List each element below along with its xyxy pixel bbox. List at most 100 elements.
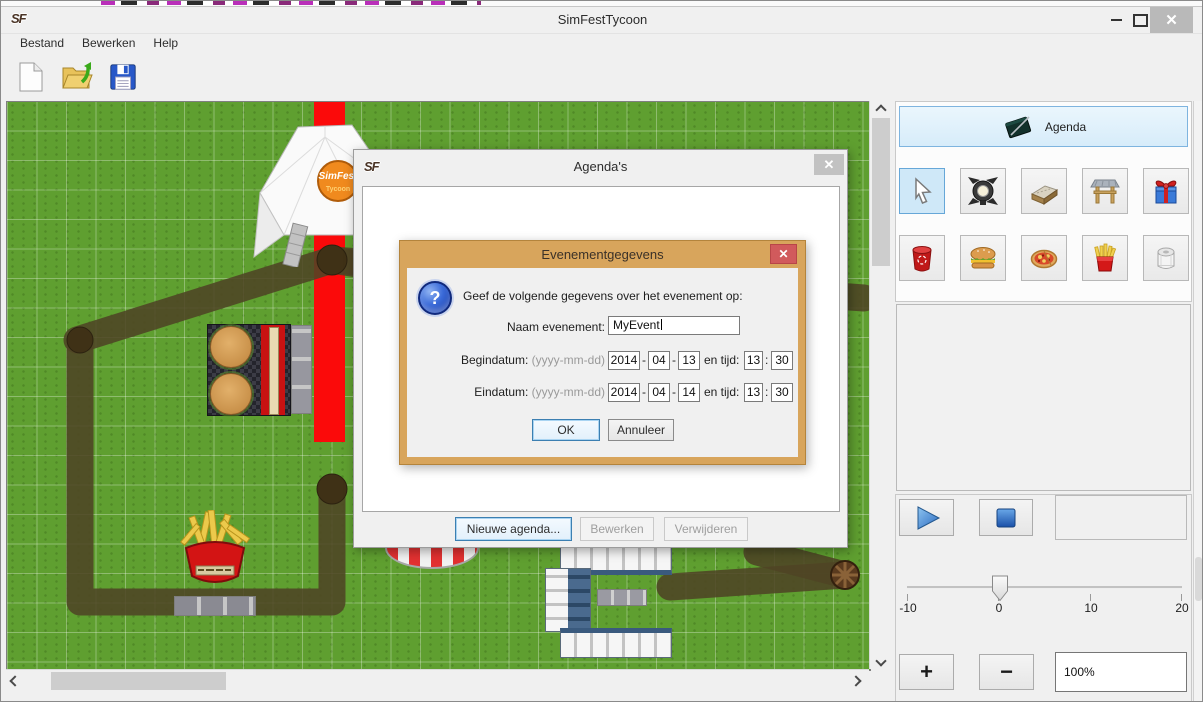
stage-platform-icon — [1028, 175, 1060, 207]
scroll-up-button[interactable] — [870, 101, 892, 118]
slider-tick — [1090, 594, 1091, 601]
bench — [597, 589, 647, 606]
agenda-dialog-close-button[interactable]: ✕ — [814, 154, 844, 175]
end-time-label: en tijd: — [704, 385, 739, 399]
side-panel-tools: Agenda — [895, 101, 1192, 302]
app-icon: SF — [11, 11, 26, 26]
chevron-left-icon — [9, 675, 20, 686]
end-year-input[interactable]: 2014 — [608, 383, 640, 402]
minus-icon: − — [1000, 659, 1013, 685]
background-window-content — [101, 1, 481, 5]
end-minute-input[interactable]: 30 — [771, 383, 793, 402]
tool-fries-button[interactable] — [1082, 235, 1128, 281]
panel-scrollbar[interactable] — [1193, 101, 1203, 702]
tool-cursor-button[interactable] — [899, 168, 945, 214]
begin-minute-input[interactable]: 30 — [771, 351, 793, 370]
new-file-icon — [17, 61, 45, 93]
burger — [210, 373, 252, 415]
zoom-level-value: 100% — [1064, 665, 1095, 679]
zoom-in-button[interactable]: + — [899, 654, 954, 690]
date-separator: - — [672, 353, 676, 367]
open-file-button[interactable] — [59, 57, 95, 97]
name-value: MyEvent — [613, 318, 660, 332]
signpost-wheel — [827, 557, 863, 593]
menu-item-help[interactable]: Help — [146, 34, 185, 52]
trash-can-icon — [906, 242, 938, 274]
title-bar: SimFestTycoon SF ✕ — [1, 6, 1203, 34]
date-format-hint: (yyyy-mm-dd) — [532, 353, 605, 367]
spotlight-icon — [967, 175, 999, 207]
agenda-dialog-titlebar[interactable]: SF Agenda's ✕ — [354, 150, 847, 183]
burger — [210, 326, 252, 368]
close-button[interactable]: ✕ — [1150, 7, 1193, 33]
burger-stand — [207, 324, 291, 416]
zoom-level-field[interactable]: 100% — [1055, 652, 1187, 692]
begin-year-input[interactable]: 2014 — [608, 351, 640, 370]
stop-icon — [995, 507, 1017, 529]
begin-hour-input[interactable]: 13 — [744, 351, 763, 370]
tool-gift-button[interactable] — [1143, 168, 1189, 214]
event-dialog-close-button[interactable]: ✕ — [770, 244, 797, 264]
tool-scaffold-gate-button[interactable] — [1082, 168, 1128, 214]
hamburger-icon — [967, 242, 999, 274]
tool-spotlight-button[interactable] — [960, 168, 1006, 214]
delete-agenda-button[interactable]: Verwijderen — [664, 517, 748, 541]
gift-icon — [1150, 175, 1182, 207]
burger-stand-counter — [261, 325, 285, 415]
tool-trash-can-button[interactable] — [899, 235, 945, 281]
agenda-book-icon — [1001, 112, 1035, 142]
menu-item-bewerken[interactable]: Bewerken — [75, 34, 142, 52]
speed-slider[interactable] — [907, 586, 1182, 589]
app-window: SimFestTycoon SF ✕ Bestand Bewerken Help — [0, 0, 1203, 702]
name-input[interactable]: MyEvent — [608, 316, 740, 335]
ok-button[interactable]: OK — [532, 419, 600, 441]
tool-stage-platform-button[interactable] — [1021, 168, 1067, 214]
playback-panel: -10 0 10 20 + − 100% — [895, 494, 1192, 702]
begin-date-label: Begindatum: (yyyy-mm-dd) — [407, 353, 605, 367]
begin-month-input[interactable]: 04 — [648, 351, 670, 370]
play-button[interactable] — [899, 499, 954, 536]
toilet-paper-icon — [1150, 242, 1182, 274]
menu-item-bestand[interactable]: Bestand — [13, 34, 71, 52]
new-agenda-button[interactable]: Nieuwe agenda... — [455, 517, 572, 541]
toilet-block-roof — [568, 569, 590, 631]
slider-handle[interactable] — [991, 575, 1009, 602]
scroll-down-button[interactable] — [870, 652, 892, 669]
end-day-input[interactable]: 14 — [678, 383, 700, 402]
name-label: Naam evenement: — [407, 320, 605, 334]
vertical-scroll-thumb[interactable] — [872, 118, 890, 266]
chevron-right-icon — [850, 675, 861, 686]
agenda-category-button[interactable]: Agenda — [899, 106, 1188, 147]
agenda-category-label: Agenda — [1045, 120, 1086, 134]
item-list-panel — [896, 304, 1191, 491]
close-icon: ✕ — [1165, 11, 1178, 29]
canvas-horizontal-scrollbar[interactable] — [6, 669, 869, 692]
tool-toilet-paper-button[interactable] — [1143, 235, 1189, 281]
tool-pizza-button[interactable] — [1021, 235, 1067, 281]
fries-stand — [180, 510, 250, 595]
tent-logo-subtext: Tycoon — [326, 186, 350, 193]
cancel-button[interactable]: Annuleer — [608, 419, 674, 441]
slider-tick — [907, 594, 908, 601]
new-file-button[interactable] — [13, 57, 49, 97]
begin-day-input[interactable]: 13 — [678, 351, 700, 370]
panel-scroll-thumb[interactable] — [1195, 557, 1202, 601]
zoom-out-button[interactable]: − — [979, 654, 1034, 690]
toilet-block — [545, 568, 591, 632]
scroll-right-button[interactable] — [847, 672, 864, 690]
date-format-hint: (yyyy-mm-dd) — [532, 385, 605, 399]
main-toolbar — [1, 53, 1203, 101]
canvas-vertical-scrollbar[interactable] — [869, 101, 892, 669]
end-label-text: Eindatum: — [474, 385, 528, 399]
end-month-input[interactable]: 04 — [648, 383, 670, 402]
end-hour-input[interactable]: 13 — [744, 383, 763, 402]
scroll-left-button[interactable] — [6, 672, 23, 690]
open-file-icon — [60, 60, 94, 94]
tool-hamburger-button[interactable] — [960, 235, 1006, 281]
save-file-button[interactable] — [105, 57, 141, 97]
horizontal-scroll-thumb[interactable] — [51, 672, 226, 690]
edit-agenda-button[interactable]: Bewerken — [580, 517, 654, 541]
begin-time-label: en tijd: — [704, 353, 739, 367]
stop-button[interactable] — [979, 499, 1033, 536]
agenda-dialog-title: Agenda's — [354, 159, 847, 174]
